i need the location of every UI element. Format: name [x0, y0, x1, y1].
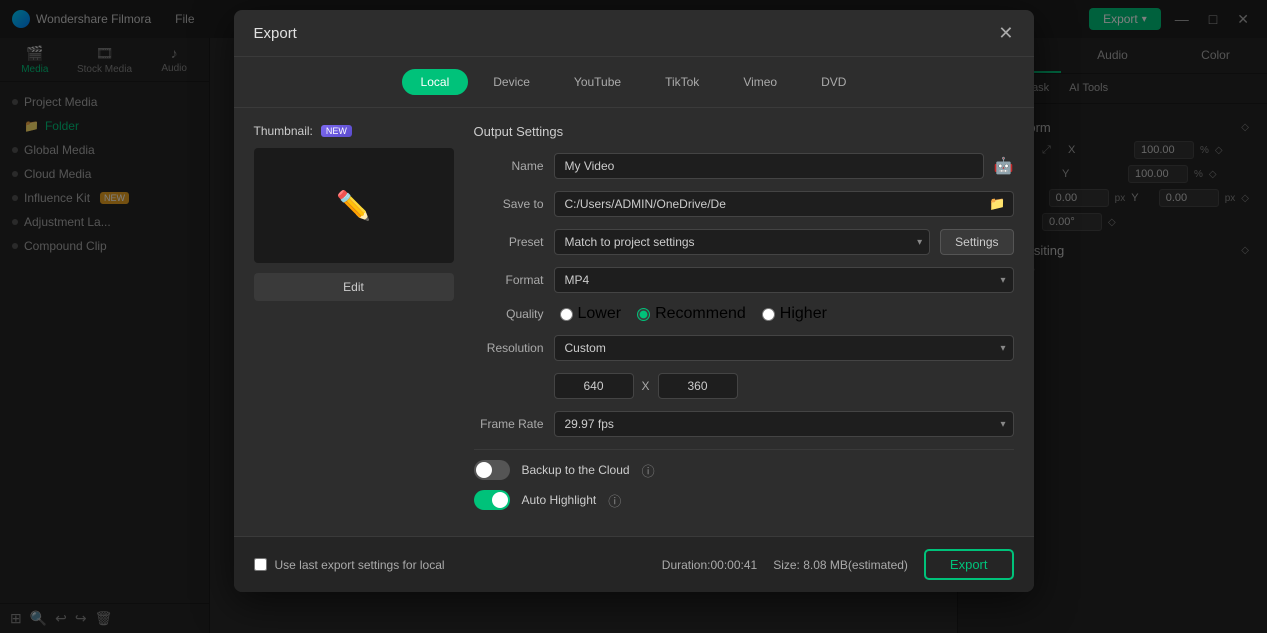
preset-row: Preset Match to project settings ▾ Setti…	[474, 229, 1014, 255]
settings-section: Output Settings Name 🤖 Save to 📁	[474, 124, 1014, 520]
dialog-body: Thumbnail: NEW ✏️ Edit Output Settings N…	[234, 108, 1034, 536]
thumbnail-label: Thumbnail: NEW	[254, 124, 454, 138]
name-row: Name 🤖	[474, 153, 1014, 179]
size-info: Size: 8.08 MB(estimated)	[773, 558, 908, 572]
thumbnail-section: Thumbnail: NEW ✏️ Edit	[254, 124, 454, 520]
name-input[interactable]	[554, 153, 984, 179]
last-settings-label: Use last export settings for local	[275, 558, 445, 572]
resolution-inputs-row: X	[474, 373, 1014, 399]
pencil-icon: ✏️	[336, 189, 371, 222]
format-row: Format MP4 ▾	[474, 267, 1014, 293]
resolution-width-input[interactable]	[554, 373, 634, 399]
dialog-footer: Use last export settings for local Durat…	[234, 536, 1034, 592]
dialog-title: Export	[254, 25, 297, 42]
settings-button[interactable]: Settings	[940, 229, 1013, 255]
export-tabs: Local Device YouTube TikTok Vimeo DVD	[234, 57, 1034, 108]
resolution-label: Resolution	[474, 341, 544, 355]
footer-right: Duration:00:00:41 Size: 8.08 MB(estimate…	[662, 549, 1014, 580]
highlight-slider	[474, 490, 510, 510]
backup-slider	[474, 460, 510, 480]
folder-browse-icon[interactable]: 📁	[989, 196, 1005, 212]
footer-left: Use last export settings for local	[254, 558, 445, 572]
edit-thumbnail-button[interactable]: Edit	[254, 273, 454, 301]
export-tab-youtube[interactable]: YouTube	[555, 69, 640, 95]
path-wrapper: 📁	[554, 191, 1014, 217]
format-select[interactable]: MP4	[554, 267, 1014, 293]
highlight-toggle[interactable]	[474, 490, 510, 510]
backup-label: Backup to the Cloud	[522, 463, 630, 477]
quality-higher[interactable]: Higher	[762, 305, 827, 323]
quality-higher-radio[interactable]	[762, 308, 775, 321]
backup-info-icon[interactable]: ⓘ	[642, 461, 655, 480]
dialog-close-button[interactable]: ✕	[998, 24, 1013, 42]
quality-row: Quality Lower Recommend Higher	[474, 305, 1014, 323]
res-x-label: X	[642, 379, 650, 393]
frame-rate-row: Frame Rate 29.97 fps ▾	[474, 411, 1014, 437]
quality-recommend[interactable]: Recommend	[637, 305, 746, 323]
quality-recommend-radio[interactable]	[637, 308, 650, 321]
resolution-select[interactable]: Custom	[554, 335, 1014, 361]
resolution-height-input[interactable]	[658, 373, 738, 399]
frame-rate-select-wrapper: 29.97 fps ▾	[554, 411, 1014, 437]
export-tab-dvd[interactable]: DVD	[802, 69, 865, 95]
export-tab-local[interactable]: Local	[402, 69, 469, 95]
export-button[interactable]: Export	[924, 549, 1014, 580]
preset-select[interactable]: Match to project settings	[554, 229, 931, 255]
quality-lower[interactable]: Lower	[560, 305, 622, 323]
backup-toggle[interactable]	[474, 460, 510, 480]
quality-lower-radio[interactable]	[560, 308, 573, 321]
ai-icon[interactable]: 🤖	[994, 156, 1014, 176]
thumbnail-new-badge: NEW	[321, 125, 352, 137]
frame-rate-label: Frame Rate	[474, 417, 544, 431]
export-tab-tiktok[interactable]: TikTok	[646, 69, 718, 95]
format-select-wrapper: MP4 ▾	[554, 267, 1014, 293]
separator	[474, 449, 1014, 450]
path-input[interactable]	[554, 191, 1014, 217]
frame-rate-select[interactable]: 29.97 fps	[554, 411, 1014, 437]
highlight-label: Auto Highlight	[522, 493, 597, 507]
output-settings-title: Output Settings	[474, 124, 1014, 139]
resolution-fields: X	[554, 373, 1014, 399]
quality-radio-group: Lower Recommend Higher	[560, 305, 827, 323]
highlight-toggle-row: Auto Highlight ⓘ	[474, 490, 1014, 510]
export-dialog: Export ✕ Local Device YouTube TikTok Vim…	[234, 10, 1034, 592]
resolution-row: Resolution Custom ▾	[474, 335, 1014, 361]
thumbnail-preview: ✏️	[254, 148, 454, 263]
preset-label: Preset	[474, 235, 544, 249]
quality-label: Quality	[474, 307, 544, 321]
highlight-info-icon[interactable]: ⓘ	[608, 491, 621, 510]
last-settings-checkbox[interactable]	[254, 558, 267, 571]
name-label: Name	[474, 159, 544, 173]
duration-info: Duration:00:00:41	[662, 558, 757, 572]
dialog-header: Export ✕	[234, 10, 1034, 57]
export-tab-vimeo[interactable]: Vimeo	[724, 69, 796, 95]
modal-overlay: Export ✕ Local Device YouTube TikTok Vim…	[0, 0, 1267, 633]
format-label: Format	[474, 273, 544, 287]
resolution-select-wrapper: Custom ▾	[554, 335, 1014, 361]
export-tab-device[interactable]: Device	[474, 69, 549, 95]
preset-select-wrapper: Match to project settings ▾	[554, 229, 931, 255]
backup-toggle-row: Backup to the Cloud ⓘ	[474, 460, 1014, 480]
save-to-row: Save to 📁	[474, 191, 1014, 217]
save-to-label: Save to	[474, 197, 544, 211]
